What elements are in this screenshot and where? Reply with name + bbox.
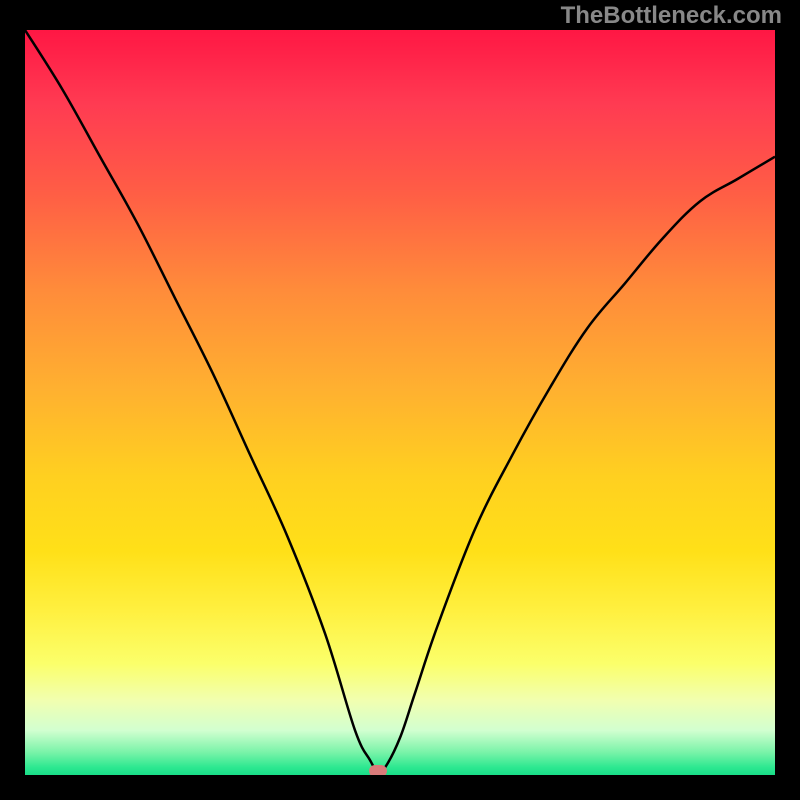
curve-svg <box>25 30 775 775</box>
bottleneck-curve <box>25 30 775 772</box>
watermark-text: TheBottleneck.com <box>561 2 782 30</box>
chart-container: TheBottleneck.com <box>0 0 800 800</box>
optimal-point-marker <box>369 765 387 775</box>
plot-area <box>25 30 775 775</box>
